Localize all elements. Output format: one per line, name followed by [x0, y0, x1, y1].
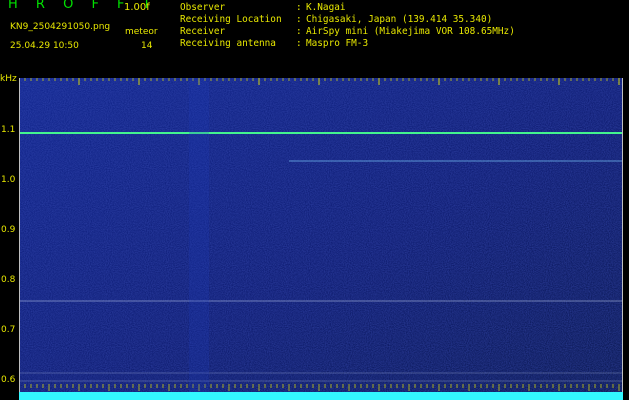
spectrogram-plot	[19, 78, 623, 400]
info-key: Receiving antenna	[180, 38, 276, 49]
app-version: 1.00f	[124, 2, 150, 13]
y-tick-label: 1.1	[1, 125, 16, 135]
header: H R O F F T 1.00f KN9_2504291050.png 25.…	[0, 0, 629, 78]
spectrogram-bottom-bar	[19, 392, 623, 400]
info-key: Receiving Location	[180, 14, 282, 25]
info-key: Receiver	[180, 26, 226, 37]
info-value: Maspro FM-3	[306, 38, 369, 49]
vertical-noise-band	[189, 78, 209, 400]
info-row-antenna: Receiving antenna : Maspro FM-3	[180, 38, 368, 49]
hrofft-window: H R O F F T 1.00f KN9_2504291050.png 25.…	[0, 0, 629, 400]
info-separator: :	[296, 38, 302, 49]
info-separator: :	[296, 26, 302, 37]
info-row-observer: Observer : K.Nagai	[180, 2, 346, 13]
spectrogram-noise	[19, 78, 623, 400]
file-name: KN9_2504291050.png	[10, 22, 111, 32]
info-value: K.Nagai	[306, 2, 346, 13]
timestamp: 25.04.29 10:50	[10, 41, 79, 51]
spectrogram-canvas	[19, 78, 623, 400]
info-row-location: Receiving Location : Chigasaki, Japan (1…	[180, 14, 492, 25]
y-tick-label: 1.0	[1, 175, 16, 185]
y-tick-label: 0.8	[1, 275, 16, 285]
info-row-receiver: Receiver : AirSpy mini (Miakejima VOR 10…	[180, 26, 515, 37]
info-value: Chigasaki, Japan (139.414 35.340)	[306, 14, 493, 25]
info-separator: :	[296, 2, 302, 13]
info-key: Observer	[180, 2, 226, 13]
y-tick-label: 0.9	[1, 225, 16, 235]
y-tick-label: 0.7	[1, 325, 16, 335]
info-value: AirSpy mini (Miakejima VOR 108.65MHz)	[306, 26, 515, 37]
info-separator: :	[296, 14, 302, 25]
right-edge-gutter	[623, 78, 629, 400]
y-tick-label: 0.6	[1, 375, 16, 385]
meteor-label: meteor	[125, 27, 158, 37]
y-axis-unit: kHz	[0, 74, 17, 84]
meteor-count: 14	[141, 41, 153, 51]
